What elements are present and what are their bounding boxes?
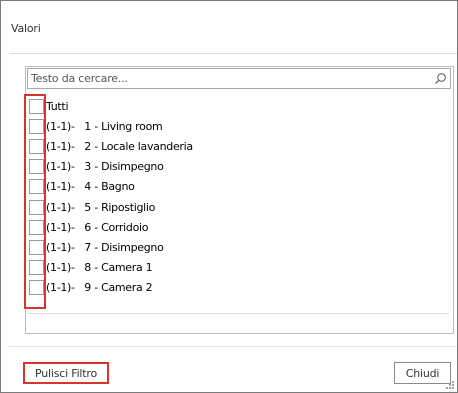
search-box [27, 68, 451, 89]
search-input[interactable] [28, 69, 420, 88]
clear-filter-button[interactable]: Pulisci Filtro [23, 362, 109, 384]
list-item-label: (1-1)- 8 - Camera 1 [46, 261, 153, 275]
list-divider [27, 313, 449, 314]
list-item-label: (1-1)- 1 - Living room [46, 119, 163, 133]
list-item-label: (1-1)- 7 - Disimpegno [46, 240, 164, 254]
list-item[interactable]: (1-1)- 5 - Ripostiglio [29, 197, 447, 217]
list-item-label: Tutti [46, 99, 69, 113]
list-item[interactable]: (1-1)- 3 - Disimpegno [29, 157, 447, 177]
list-item[interactable]: (1-1)- 8 - Camera 1 [29, 258, 447, 278]
list-item-label: (1-1)- 4 - Bagno [46, 180, 135, 194]
list-item-label: (1-1)- 2 - Locale lavanderia [46, 139, 193, 153]
close-button[interactable]: Chiudi [394, 362, 451, 384]
search-icon[interactable] [434, 72, 447, 85]
resize-grip-icon[interactable] [446, 381, 455, 390]
list-item[interactable]: (1-1)- 2 - Locale lavanderia [29, 136, 447, 156]
values-list: Tutti (1-1)- 1 - Living room (1-1)- 2 - … [29, 96, 447, 308]
list-item-label: (1-1)- 5 - Ripostiglio [46, 200, 156, 214]
title-divider [9, 53, 457, 54]
footer-divider [9, 346, 457, 347]
list-item-label: (1-1)- 9 - Camera 2 [46, 281, 153, 295]
list-item-label: (1-1)- 3 - Disimpegno [46, 160, 164, 174]
list-item[interactable]: (1-1)- 1 - Living room [29, 116, 447, 136]
dialog-title: Valori [11, 22, 41, 35]
list-item[interactable]: (1-1)- 6 - Corridoio [29, 217, 447, 237]
list-item-all[interactable]: Tutti [29, 96, 447, 116]
values-filter-dialog: Valori Tutti (1-1)- 1 - Living room (1-1… [0, 0, 458, 393]
list-item[interactable]: (1-1)- 7 - Disimpegno [29, 237, 447, 257]
checkbox-column-highlight [24, 94, 46, 309]
list-item-label: (1-1)- 6 - Corridoio [46, 220, 149, 234]
list-item[interactable]: (1-1)- 9 - Camera 2 [29, 278, 447, 298]
list-item[interactable]: (1-1)- 4 - Bagno [29, 177, 447, 197]
